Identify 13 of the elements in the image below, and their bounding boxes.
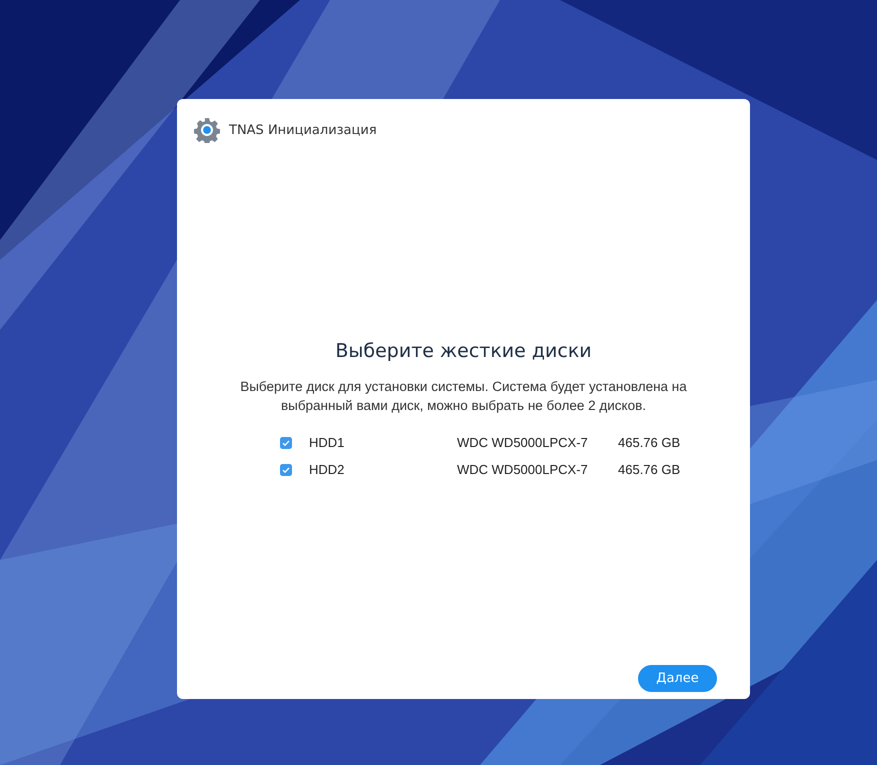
checkbox[interactable] xyxy=(280,464,292,476)
checkbox[interactable] xyxy=(280,436,292,448)
settings-icon xyxy=(194,117,220,143)
disk-size: 465.76 GB xyxy=(618,435,680,450)
next-button[interactable]: Далее xyxy=(638,665,717,692)
description: Выберите диск для установки системы. Система будет установлена на выбранный вами диск, можно выбрать не более 2 дисков. xyxy=(239,378,688,415)
disk-size: 465.76 GB xyxy=(618,462,680,477)
disk-name: HDD1 xyxy=(309,435,346,450)
disk-model: WDC WD5000LPCX-7 xyxy=(457,462,589,477)
window-title: TNAS Инициализация xyxy=(229,122,377,138)
disk-name: HDD2 xyxy=(309,462,346,477)
disk-model: WDC WD5000LPCX-7 xyxy=(457,435,589,450)
heading: Выберите жесткие диски xyxy=(335,340,592,362)
